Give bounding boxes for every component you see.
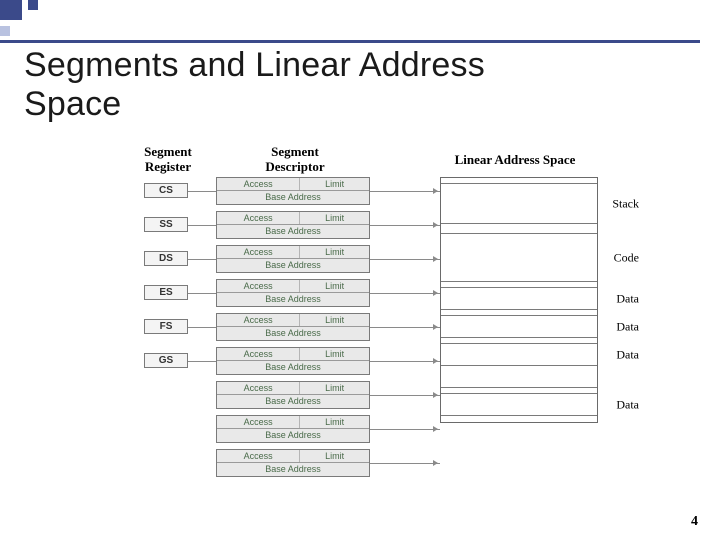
descriptor-access-label: Access bbox=[217, 348, 300, 360]
segment-descriptor-6: AccessLimitBase Address bbox=[216, 381, 370, 409]
descriptor-access-label: Access bbox=[217, 178, 300, 190]
descriptor-access-label: Access bbox=[217, 416, 300, 428]
linear-segment-1: Stack bbox=[441, 184, 597, 224]
descriptor-base-label: Base Address bbox=[217, 395, 369, 408]
page-number: 4 bbox=[691, 514, 698, 530]
descriptor-limit-label: Limit bbox=[300, 348, 369, 360]
segment-register-fs: FS bbox=[144, 319, 188, 334]
descriptor-base-label: Base Address bbox=[217, 327, 369, 340]
linear-segment-2 bbox=[441, 224, 597, 234]
descriptor-limit-label: Limit bbox=[300, 314, 369, 326]
segment-descriptor-5: AccessLimitBase Address bbox=[216, 347, 370, 375]
descriptor-access-label: Access bbox=[217, 314, 300, 326]
linear-segment-5: Data bbox=[441, 288, 597, 310]
mapping-arrow bbox=[370, 463, 440, 464]
linear-segment-10 bbox=[441, 366, 597, 388]
mapping-arrow bbox=[370, 225, 440, 226]
descriptor-access-label: Access bbox=[217, 382, 300, 394]
linear-segment-3: Code bbox=[441, 234, 597, 282]
descriptor-limit-label: Limit bbox=[300, 178, 369, 190]
linear-segment-7: Data bbox=[441, 316, 597, 338]
descriptor-base-label: Base Address bbox=[217, 293, 369, 306]
segment-descriptor-0: AccessLimitBase Address bbox=[216, 177, 370, 205]
descriptor-base-label: Base Address bbox=[217, 225, 369, 238]
linear-segment-label: Data bbox=[616, 397, 639, 412]
linear-segment-9: Data bbox=[441, 344, 597, 366]
descriptor-base-label: Base Address bbox=[217, 463, 369, 476]
slide-title: Segments and Linear AddressSpace bbox=[24, 46, 485, 124]
mapping-arrow bbox=[370, 395, 440, 396]
mapping-arrow bbox=[370, 191, 440, 192]
header-segment-descriptor: SegmentDescriptor bbox=[250, 145, 340, 175]
linear-segment-label: Stack bbox=[612, 196, 639, 211]
segment-descriptor-8: AccessLimitBase Address bbox=[216, 449, 370, 477]
descriptor-limit-label: Limit bbox=[300, 450, 369, 462]
segment-descriptor-1: AccessLimitBase Address bbox=[216, 211, 370, 239]
descriptor-limit-label: Limit bbox=[300, 212, 369, 224]
linear-segment-12: Data bbox=[441, 394, 597, 416]
linear-segment-label: Data bbox=[616, 347, 639, 362]
mapping-arrow bbox=[370, 361, 440, 362]
mapping-arrow bbox=[370, 327, 440, 328]
header-segment-register: SegmentRegister bbox=[128, 145, 208, 175]
segment-descriptor-4: AccessLimitBase Address bbox=[216, 313, 370, 341]
segment-register-gs: GS bbox=[144, 353, 188, 368]
decorative-corner bbox=[0, 0, 82, 42]
linear-segment-13 bbox=[441, 416, 597, 422]
linear-segment-label: Data bbox=[616, 319, 639, 334]
mapping-arrow bbox=[370, 259, 440, 260]
header-linear-address-space: Linear Address Space bbox=[430, 153, 600, 168]
mapping-arrow bbox=[370, 293, 440, 294]
descriptor-base-label: Base Address bbox=[217, 361, 369, 374]
descriptor-limit-label: Limit bbox=[300, 280, 369, 292]
linear-segment-label: Code bbox=[614, 250, 639, 265]
descriptor-base-label: Base Address bbox=[217, 191, 369, 204]
segment-register-ss: SS bbox=[144, 217, 188, 232]
segment-register-cs: CS bbox=[144, 183, 188, 198]
descriptor-limit-label: Limit bbox=[300, 246, 369, 258]
descriptor-access-label: Access bbox=[217, 246, 300, 258]
segments-diagram: SegmentRegister SegmentDescriptor Linear… bbox=[100, 145, 630, 515]
mapping-arrow bbox=[370, 429, 440, 430]
descriptor-access-label: Access bbox=[217, 450, 300, 462]
segment-register-ds: DS bbox=[144, 251, 188, 266]
descriptor-access-label: Access bbox=[217, 280, 300, 292]
segment-descriptor-3: AccessLimitBase Address bbox=[216, 279, 370, 307]
segment-descriptor-7: AccessLimitBase Address bbox=[216, 415, 370, 443]
segment-register-es: ES bbox=[144, 285, 188, 300]
linear-address-space-box: Stack Code Data Data Data Data bbox=[440, 177, 598, 423]
linear-segment-label: Data bbox=[616, 291, 639, 306]
descriptor-base-label: Base Address bbox=[217, 259, 369, 272]
segment-descriptor-2: AccessLimitBase Address bbox=[216, 245, 370, 273]
descriptor-access-label: Access bbox=[217, 212, 300, 224]
descriptor-base-label: Base Address bbox=[217, 429, 369, 442]
descriptor-limit-label: Limit bbox=[300, 416, 369, 428]
descriptor-limit-label: Limit bbox=[300, 382, 369, 394]
